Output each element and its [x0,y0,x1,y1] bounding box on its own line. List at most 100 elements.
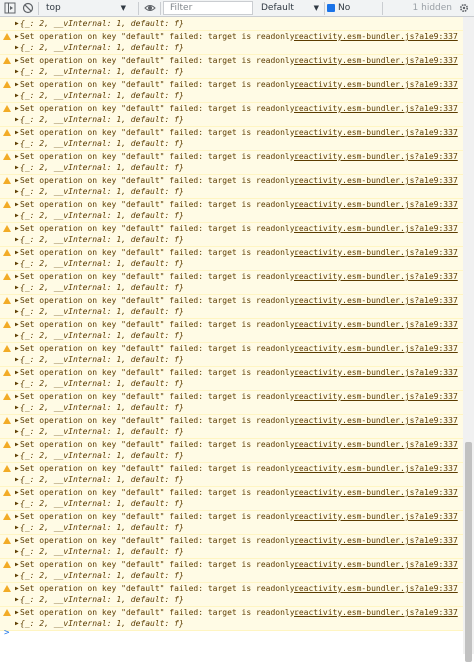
log-entry-object[interactable]: {_: 2, __vInternal: 1, default: f} [20,91,184,101]
log-entry-object[interactable]: {_: 2, __vInternal: 1, default: f} [20,475,184,485]
log-levels-dropdown[interactable]: Default levels ▼ [258,1,322,27]
expand-triangle-icon[interactable]: ▶ [15,585,19,592]
expand-triangle-icon[interactable]: ▶ [15,201,19,208]
log-entry-object[interactable]: {_: 2, __vInternal: 1, default: f} [20,163,184,173]
log-entry-source-link[interactable]: reactivity.esm-bundler.js?a1e9:337 [294,248,458,258]
context-selector[interactable]: top ▼ [40,1,132,15]
log-entry-source-link[interactable]: reactivity.esm-bundler.js?a1e9:337 [294,608,458,618]
expand-triangle-icon[interactable]: ▶ [15,153,19,160]
log-entry-object[interactable]: {_: 2, __vInternal: 1, default: f} [20,283,184,293]
expand-triangle-icon[interactable]: ▶ [15,513,19,520]
log-entry-object[interactable]: {_: 2, __vInternal: 1, default: f} [20,115,184,125]
sidebar-toggle-icon[interactable] [4,2,16,14]
issues-button[interactable]: No Issues [327,1,379,27]
log-entry-source-link[interactable]: reactivity.esm-bundler.js?a1e9:337 [294,464,458,474]
log-entry-object[interactable]: {_: 2, __vInternal: 1, default: f} [20,403,184,413]
expand-triangle-icon[interactable]: ▶ [15,500,19,507]
expand-triangle-icon[interactable]: ▶ [15,33,19,40]
expand-triangle-icon[interactable]: ▶ [15,524,19,531]
expand-triangle-icon[interactable]: ▶ [15,249,19,256]
expand-triangle-icon[interactable]: ▶ [15,428,19,435]
expand-triangle-icon[interactable]: ▶ [15,164,19,171]
expand-triangle-icon[interactable]: ▶ [15,17,19,30]
log-entry-object[interactable]: {_: 2, __vInternal: 1, default: f} [20,17,184,30]
expand-triangle-icon[interactable]: ▶ [15,140,19,147]
log-entry-object[interactable]: {_: 2, __vInternal: 1, default: f} [20,547,184,557]
expand-triangle-icon[interactable]: ▶ [15,68,19,75]
expand-triangle-icon[interactable]: ▶ [15,188,19,195]
log-entry-source-link[interactable]: reactivity.esm-bundler.js?a1e9:337 [294,536,458,546]
log-entry-object[interactable]: {_: 2, __vInternal: 1, default: f} [20,139,184,149]
log-entry-object[interactable]: {_: 2, __vInternal: 1, default: f} [20,43,184,53]
log-entry-source-link[interactable]: reactivity.esm-bundler.js?a1e9:337 [294,584,458,594]
log-entry-source-link[interactable]: reactivity.esm-bundler.js?a1e9:337 [294,392,458,402]
expand-triangle-icon[interactable]: ▶ [15,596,19,603]
log-entry-object[interactable]: {_: 2, __vInternal: 1, default: f} [20,379,184,389]
log-entry-object[interactable]: {_: 2, __vInternal: 1, default: f} [20,571,184,581]
expand-triangle-icon[interactable]: ▶ [15,620,19,627]
expand-triangle-icon[interactable]: ▶ [15,404,19,411]
clear-console-icon[interactable] [22,2,34,14]
expand-triangle-icon[interactable]: ▶ [15,44,19,51]
log-entry-source-link[interactable]: reactivity.esm-bundler.js?a1e9:337 [294,272,458,282]
expand-triangle-icon[interactable]: ▶ [15,489,19,496]
expand-triangle-icon[interactable]: ▶ [15,417,19,424]
expand-triangle-icon[interactable]: ▶ [15,476,19,483]
log-entry-object[interactable]: {_: 2, __vInternal: 1, default: f} [20,211,184,221]
log-entry-object[interactable]: {_: 2, __vInternal: 1, default: f} [20,499,184,509]
expand-triangle-icon[interactable]: ▶ [15,129,19,136]
log-entry-object[interactable]: {_: 2, __vInternal: 1, default: f} [20,331,184,341]
expand-triangle-icon[interactable]: ▶ [15,380,19,387]
expand-triangle-icon[interactable]: ▶ [15,260,19,267]
expand-triangle-icon[interactable]: ▶ [15,81,19,88]
expand-triangle-icon[interactable]: ▶ [15,57,19,64]
expand-triangle-icon[interactable]: ▶ [15,212,19,219]
log-entry-source-link[interactable]: reactivity.esm-bundler.js?a1e9:337 [294,200,458,210]
log-entry-object[interactable]: {_: 2, __vInternal: 1, default: f} [20,451,184,461]
log-entry-source-link[interactable]: reactivity.esm-bundler.js?a1e9:337 [294,296,458,306]
log-entry-source-link[interactable]: reactivity.esm-bundler.js?a1e9:337 [294,560,458,570]
log-entry-object[interactable]: {_: 2, __vInternal: 1, default: f} [20,307,184,317]
expand-triangle-icon[interactable]: ▶ [15,321,19,328]
expand-triangle-icon[interactable]: ▶ [15,345,19,352]
expand-triangle-icon[interactable]: ▶ [15,548,19,555]
expand-triangle-icon[interactable]: ▶ [15,452,19,459]
log-entry-source-link[interactable]: reactivity.esm-bundler.js?a1e9:337 [294,320,458,330]
log-entry-source-link[interactable]: reactivity.esm-bundler.js?a1e9:337 [294,56,458,66]
scrollbar[interactable] [463,17,474,662]
expand-triangle-icon[interactable]: ▶ [15,441,19,448]
log-entry-source-link[interactable]: reactivity.esm-bundler.js?a1e9:337 [294,368,458,378]
live-expression-eye-icon[interactable] [144,2,156,14]
log-entry-object[interactable]: {_: 2, __vInternal: 1, default: f} [20,523,184,533]
expand-triangle-icon[interactable]: ▶ [15,273,19,280]
log-entry-object[interactable]: {_: 2, __vInternal: 1, default: f} [20,235,184,245]
log-entry-source-link[interactable]: reactivity.esm-bundler.js?a1e9:337 [294,152,458,162]
expand-triangle-icon[interactable]: ▶ [15,332,19,339]
expand-triangle-icon[interactable]: ▶ [15,537,19,544]
log-entry-source-link[interactable]: reactivity.esm-bundler.js?a1e9:337 [294,128,458,138]
expand-triangle-icon[interactable]: ▶ [15,225,19,232]
scrollbar-thumb[interactable] [465,442,472,662]
expand-triangle-icon[interactable]: ▶ [15,308,19,315]
log-entry-object[interactable]: {_: 2, __vInternal: 1, default: f} [20,187,184,197]
expand-triangle-icon[interactable]: ▶ [15,177,19,184]
expand-triangle-icon[interactable]: ▶ [15,356,19,363]
log-entry-object[interactable]: {_: 2, __vInternal: 1, default: f} [20,67,184,77]
expand-triangle-icon[interactable]: ▶ [15,105,19,112]
log-entry-object[interactable]: {_: 2, __vInternal: 1, default: f} [20,595,184,605]
console-settings-gear-icon[interactable] [458,2,470,14]
expand-triangle-icon[interactable]: ▶ [15,465,19,472]
expand-triangle-icon[interactable]: ▶ [15,572,19,579]
log-entry-source-link[interactable]: reactivity.esm-bundler.js?a1e9:337 [294,32,458,42]
expand-triangle-icon[interactable]: ▶ [15,297,19,304]
log-entry-source-link[interactable]: reactivity.esm-bundler.js?a1e9:337 [294,416,458,426]
expand-triangle-icon[interactable]: ▶ [15,116,19,123]
expand-triangle-icon[interactable]: ▶ [15,369,19,376]
log-entry-object[interactable]: {_: 2, __vInternal: 1, default: f} [20,355,184,365]
log-entry-object[interactable]: {_: 2, __vInternal: 1, default: f} [20,427,184,437]
expand-triangle-icon[interactable]: ▶ [15,609,19,616]
expand-triangle-icon[interactable]: ▶ [15,393,19,400]
expand-triangle-icon[interactable]: ▶ [15,561,19,568]
log-entry-source-link[interactable]: reactivity.esm-bundler.js?a1e9:337 [294,488,458,498]
log-entry-source-link[interactable]: reactivity.esm-bundler.js?a1e9:337 [294,440,458,450]
